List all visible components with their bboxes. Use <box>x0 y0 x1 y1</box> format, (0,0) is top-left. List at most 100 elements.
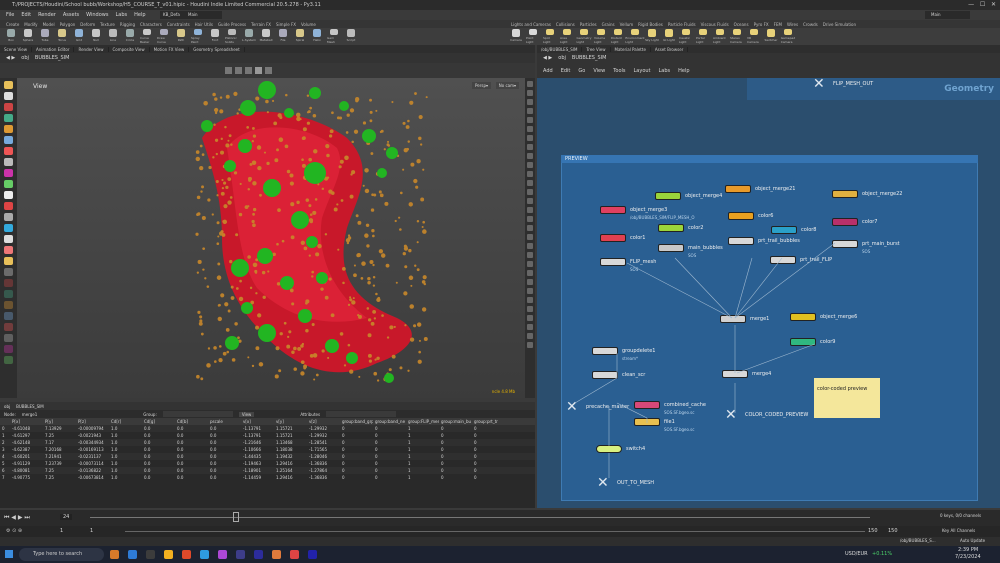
shelf-tab[interactable]: Guide Process <box>218 22 246 27</box>
network-menu-layout[interactable]: Layout <box>634 68 651 74</box>
viewport-tool-icon[interactable] <box>4 92 13 100</box>
shelf-tool[interactable]: Camera <box>509 29 523 44</box>
pane-tab[interactable]: /obj/BUBBLES_SIM <box>537 46 583 52</box>
shelf-tool[interactable]: Script <box>344 29 358 44</box>
network-node[interactable]: prt_main_burst SOS <box>832 240 900 254</box>
display-tool-icon[interactable] <box>527 81 533 87</box>
shelf-tab[interactable]: Model <box>43 22 55 27</box>
display-tool-icon[interactable] <box>527 153 533 159</box>
shelf-tool[interactable]: Platonic Solids <box>225 29 239 44</box>
network-menu-help[interactable]: Help <box>678 68 689 74</box>
shelf-tab[interactable]: Deform <box>80 22 95 27</box>
shelf-tool[interactable]: Draw Curve <box>157 29 171 44</box>
display-tool-icon[interactable] <box>527 279 533 285</box>
node-body[interactable] <box>634 401 660 409</box>
shelf-tool[interactable]: Caustic Light <box>679 29 693 44</box>
shelf-tool[interactable]: Null <box>89 29 103 44</box>
network-node[interactable]: merge4 <box>722 370 771 378</box>
display-option-icon[interactable] <box>265 67 272 74</box>
network-node[interactable]: prt_trail_bubbles <box>728 237 800 245</box>
taskbar-app-icon[interactable] <box>182 550 191 559</box>
shelf-tab[interactable]: Constraints <box>167 22 190 27</box>
network-node[interactable]: ✕ FLIP_MESH_OUT <box>813 77 873 91</box>
current-frame[interactable]: 24 <box>60 514 73 520</box>
obj-path[interactable]: obj <box>21 55 29 61</box>
viewport-tool-icon[interactable] <box>4 345 13 353</box>
node-body[interactable]: ✕ <box>597 476 613 490</box>
display-tool-icon[interactable] <box>527 297 533 303</box>
timeline[interactable]: ⏮ ◀ ▶ ⏭ 24 0 keys, 0/0 channels <box>0 510 1000 526</box>
taskbar-app-icon[interactable] <box>164 550 173 559</box>
taskbar-app-icon[interactable] <box>290 550 299 559</box>
network-menu-labs[interactable]: Labs <box>659 68 671 74</box>
display-tool-icon[interactable] <box>527 225 533 231</box>
range-icons[interactable]: ⚙ ⊙ ⊕ <box>6 528 22 534</box>
menu-help[interactable]: Help <box>134 12 145 18</box>
shelf-tool[interactable]: GI Light <box>662 29 676 44</box>
network-node[interactable]: object_merge21 <box>725 185 795 193</box>
obj-path[interactable]: obj <box>558 55 566 61</box>
shelf-tool[interactable]: Point Light <box>526 29 540 44</box>
display-tool-icon[interactable] <box>527 252 533 258</box>
display-option-icon[interactable] <box>235 67 242 74</box>
node-body[interactable] <box>832 240 858 248</box>
menu-file[interactable]: File <box>6 12 14 18</box>
column-header[interactable]: v[y] <box>274 418 307 425</box>
display-tool-icon[interactable] <box>527 198 533 204</box>
node-body[interactable]: ✕ <box>725 408 741 422</box>
network-box-title[interactable]: PREVIEW <box>561 155 978 163</box>
node-body[interactable] <box>596 445 622 453</box>
shelf-tool[interactable]: VR Camera <box>747 29 761 44</box>
display-tool-icon[interactable] <box>527 162 533 168</box>
column-header[interactable]: v[x] <box>241 418 274 425</box>
shelf-tool[interactable]: Sphere <box>21 29 35 44</box>
network-node[interactable]: combined_cache SOS.SF.bgeo.sc <box>634 401 706 415</box>
viewport-tool-icon[interactable] <box>4 169 13 177</box>
shelf-tab[interactable]: Wires <box>787 22 798 27</box>
display-tool-icon[interactable] <box>527 306 533 312</box>
viewport-tool-icon[interactable] <box>4 125 13 133</box>
viewport-tool-icon[interactable] <box>4 356 13 364</box>
network-node[interactable]: ✕ COLOR_CODED_PREVIEW <box>725 408 808 422</box>
auto-update[interactable]: Auto Update <box>960 538 985 543</box>
menu-assets[interactable]: Assets <box>63 12 79 18</box>
viewport-tool-icon[interactable] <box>4 202 13 210</box>
node-body[interactable] <box>728 212 754 220</box>
range-start2[interactable]: 1 <box>90 528 93 534</box>
network-menu-go[interactable]: Go <box>578 68 585 74</box>
shelf-tool[interactable]: Sky Light <box>645 29 659 44</box>
network-menu-edit[interactable]: Edit <box>561 68 571 74</box>
clock-date[interactable]: 7/23/2024 <box>955 554 981 560</box>
playback-controls[interactable]: ⏮ ◀ ▶ ⏭ <box>4 514 30 522</box>
menu-labs[interactable]: Labs <box>115 12 127 18</box>
network-menu-view[interactable]: View <box>593 68 605 74</box>
taskbar-app-icon[interactable] <box>110 550 119 559</box>
taskbar-app-icon[interactable] <box>218 550 227 559</box>
column-header[interactable]: group:band_grp <box>340 418 373 425</box>
shelf-tool[interactable]: Gem Mesh <box>327 29 341 44</box>
shelf-tool[interactable]: Portal Light <box>696 29 710 44</box>
viewport-tool-icon[interactable] <box>4 279 13 287</box>
view-menu[interactable]: View <box>238 411 255 417</box>
viewport-tool-icon[interactable] <box>4 301 13 309</box>
viewport-tool-icon[interactable] <box>4 312 13 320</box>
display-tool-icon[interactable] <box>527 270 533 276</box>
viewport-tool-icon[interactable] <box>4 191 13 199</box>
node-body[interactable] <box>728 237 754 245</box>
node-body[interactable] <box>658 244 684 252</box>
shelf-tab[interactable]: Modify <box>24 22 37 27</box>
network-node[interactable]: color9 <box>790 338 836 346</box>
shelf-tab[interactable]: Collisions <box>556 22 575 27</box>
display-option-icon[interactable] <box>255 67 262 74</box>
shelf-tool[interactable]: Torus <box>55 29 69 44</box>
display-tool-icon[interactable] <box>527 315 533 321</box>
pane-tab[interactable]: Tree View <box>582 46 611 52</box>
shelf-tool[interactable]: Helix <box>310 29 324 44</box>
network-menu-tools[interactable]: Tools <box>613 68 625 74</box>
node-body[interactable] <box>655 192 681 200</box>
display-tool-icon[interactable] <box>527 126 533 132</box>
node-body[interactable] <box>600 234 626 242</box>
back-arrow-icon[interactable]: ◀ ▶ <box>6 55 15 61</box>
group-field[interactable] <box>162 411 233 417</box>
shelf-tool[interactable]: Font <box>208 29 222 44</box>
